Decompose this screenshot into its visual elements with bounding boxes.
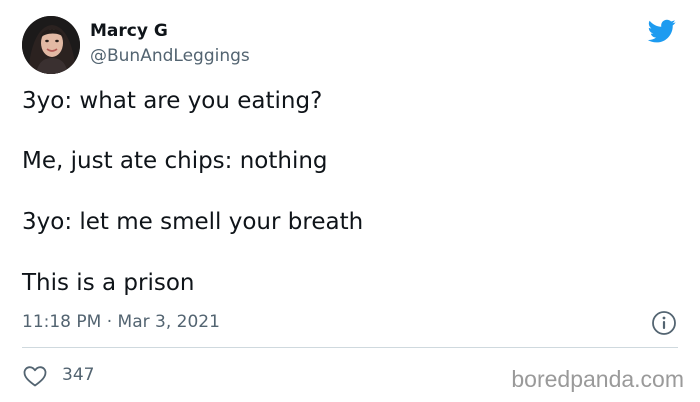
like-count[interactable]: 347 xyxy=(62,365,94,385)
author-handle[interactable]: @BunAndLeggings xyxy=(90,46,250,66)
avatar-photo xyxy=(22,16,80,74)
heart-icon[interactable] xyxy=(22,364,48,388)
tweet-timestamp[interactable]: 11:18 PM · Mar 3, 2021 xyxy=(22,312,220,332)
tweet-text-line: This is a prison xyxy=(22,270,195,296)
tweet-text-line: 3yo: what are you eating? xyxy=(22,88,323,114)
twitter-bird-icon[interactable] xyxy=(646,17,678,45)
tweet-text-line: Me, just ate chips: nothing xyxy=(22,148,328,174)
author-name[interactable]: Marcy G xyxy=(90,21,168,41)
watermark: boredpanda.com xyxy=(511,366,684,392)
divider xyxy=(22,347,678,348)
info-icon[interactable] xyxy=(651,310,677,336)
avatar[interactable] xyxy=(22,16,80,74)
tweet-text-line: 3yo: let me smell your breath xyxy=(22,209,364,235)
